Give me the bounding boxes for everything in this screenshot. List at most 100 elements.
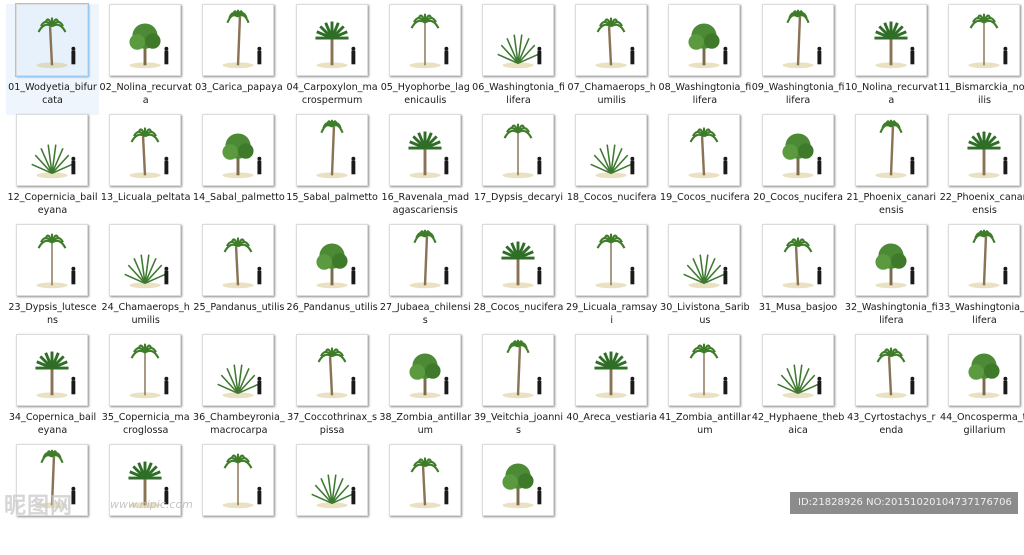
thumbnail-image[interactable] xyxy=(202,224,275,296)
file-name-label[interactable]: 11_Bismarckia_nobilis xyxy=(938,81,1024,107)
thumbnail-image[interactable] xyxy=(109,114,182,186)
thumbnail-image[interactable] xyxy=(388,334,461,406)
file-thumbnail-item[interactable]: 34_Copernica_baileyana xyxy=(6,334,99,445)
file-name-label[interactable]: 35_Copernicia_macroglossa xyxy=(99,411,192,437)
thumbnail-image[interactable] xyxy=(15,3,89,77)
file-thumbnail-item[interactable]: 07_Chamaerops_humilis xyxy=(565,4,658,115)
file-name-label[interactable]: 18_Cocos_nucifera xyxy=(565,191,658,204)
file-name-label[interactable]: 29_Licuala_ramsayi xyxy=(565,301,658,327)
file-name-label[interactable]: 20_Cocos_nucifera xyxy=(752,191,845,204)
file-thumbnail-item[interactable]: 22_Phoenix_canariensis xyxy=(938,114,1024,225)
thumbnail-image[interactable] xyxy=(575,224,648,296)
file-thumbnail-item[interactable]: 32_Washingtonia_filifera xyxy=(845,224,938,335)
thumbnail-image[interactable] xyxy=(388,114,461,186)
file-name-label[interactable]: 01_Wodyetia_bifurcata xyxy=(6,81,99,107)
thumbnail-image[interactable] xyxy=(854,4,927,76)
file-name-label[interactable]: 22_Phoenix_canariensis xyxy=(938,191,1024,217)
file-name-label[interactable]: 43_Cyrtostachys_renda xyxy=(845,411,938,437)
thumbnail-image[interactable] xyxy=(202,334,275,406)
file-name-label[interactable]: 03_Carica_papaya xyxy=(192,81,285,94)
file-name-label[interactable]: 33_Washingtonia_filifera xyxy=(938,301,1024,327)
file-name-label[interactable]: 37_Coccothrinax_spissa xyxy=(286,411,379,437)
file-name-label[interactable]: 24_Chamaerops_humilis xyxy=(99,301,192,327)
file-thumbnail-item[interactable]: 19_Cocos_nucifera xyxy=(658,114,751,225)
file-name-label[interactable]: 38_Zombia_antillarum xyxy=(379,411,472,437)
file-name-label[interactable]: 26_Pandanus_utilis xyxy=(286,301,379,314)
file-thumbnail-item[interactable]: 35_Copernicia_macroglossa xyxy=(99,334,192,445)
file-thumbnail-item[interactable]: 41_Zombia_antillarum xyxy=(658,334,751,445)
thumbnail-image[interactable] xyxy=(761,224,834,296)
file-thumbnail-item[interactable]: 21_Phoenix_canariensis xyxy=(845,114,938,225)
thumbnail-image[interactable] xyxy=(295,114,368,186)
thumbnail-image[interactable] xyxy=(295,224,368,296)
file-name-label[interactable]: 30_Livistona_Saribus xyxy=(658,301,751,327)
thumbnail-image[interactable] xyxy=(16,224,88,296)
file-thumbnail-item[interactable]: 42_Hyphaene_thebaica xyxy=(752,334,845,445)
file-thumbnail-item[interactable]: 24_Chamaerops_humilis xyxy=(99,224,192,335)
file-name-label[interactable]: 10_Nolina_recurvata xyxy=(845,81,938,107)
file-thumbnail-item[interactable]: 25_Pandanus_utilis xyxy=(192,224,285,335)
file-name-label[interactable]: 07_Chamaerops_humilis xyxy=(565,81,658,107)
thumbnail-image[interactable] xyxy=(388,4,461,76)
thumbnail-image[interactable] xyxy=(16,114,88,186)
file-thumbnail-item[interactable]: 28_Cocos_nucifera xyxy=(472,224,565,335)
file-thumbnail-item[interactable]: 26_Pandanus_utilis xyxy=(286,224,379,335)
file-name-label[interactable]: 12_Copernicia_baileyana xyxy=(6,191,99,217)
file-thumbnail-item[interactable]: 18_Cocos_nucifera xyxy=(565,114,658,225)
thumbnail-image[interactable] xyxy=(668,4,741,76)
file-name-label[interactable]: 27_Jubaea_chilensis xyxy=(379,301,472,327)
thumbnail-image[interactable] xyxy=(761,114,834,186)
thumbnail-image[interactable] xyxy=(109,4,182,76)
file-thumbnail-item[interactable]: 44_Oncosperma_tigillarium xyxy=(938,334,1024,445)
file-thumbnail-item[interactable]: 16_Ravenala_madagascariensis xyxy=(379,114,472,225)
file-thumbnail-item[interactable]: 03_Carica_papaya xyxy=(192,4,285,115)
file-name-label[interactable]: 28_Cocos_nucifera xyxy=(472,301,565,314)
thumbnail-image[interactable] xyxy=(575,114,648,186)
thumbnail-image[interactable] xyxy=(482,224,554,296)
thumbnail-image[interactable] xyxy=(482,4,554,76)
thumbnail-image[interactable] xyxy=(668,334,741,406)
file-name-label[interactable]: 06_Washingtonia_filifera xyxy=(472,81,565,107)
file-name-label[interactable]: 42_Hyphaene_thebaica xyxy=(752,411,845,437)
file-name-label[interactable]: 13_Licuala_peltata xyxy=(99,191,192,204)
file-thumbnail-item[interactable]: 14_Sabal_palmetto xyxy=(192,114,285,225)
file-name-label[interactable]: 05_Hyophorbe_lagenicaulis xyxy=(379,81,472,107)
file-name-label[interactable]: 34_Copernica_baileyana xyxy=(6,411,99,437)
thumbnail-image[interactable] xyxy=(295,444,368,516)
file-thumbnail-item[interactable]: 01_Wodyetia_bifurcata xyxy=(6,3,99,115)
file-thumbnail-item[interactable]: 40_Areca_vestiaria xyxy=(565,334,658,445)
file-thumbnail-item[interactable]: 11_Bismarckia_nobilis xyxy=(938,4,1024,115)
file-thumbnail-item[interactable]: 09_Washingtonia_filifera xyxy=(752,4,845,115)
file-name-label[interactable]: 02_Nolina_recurvata xyxy=(99,81,192,107)
file-name-label[interactable]: 14_Sabal_palmetto xyxy=(192,191,285,204)
thumbnail-image[interactable] xyxy=(16,334,88,406)
file-name-label[interactable]: 44_Oncosperma_tigillarium xyxy=(938,411,1024,437)
thumbnail-image[interactable] xyxy=(854,334,927,406)
file-name-label[interactable]: 40_Areca_vestiaria xyxy=(565,411,658,424)
thumbnail-image[interactable] xyxy=(575,4,648,76)
thumbnail-image[interactable] xyxy=(202,444,275,516)
file-thumbnail-item[interactable]: 02_Nolina_recurvata xyxy=(99,4,192,115)
file-name-label[interactable]: 21_Phoenix_canariensis xyxy=(845,191,938,217)
file-name-label[interactable]: 19_Cocos_nucifera xyxy=(658,191,751,204)
thumbnail-image[interactable] xyxy=(575,334,648,406)
file-thumbnail-item[interactable]: 12_Copernicia_baileyana xyxy=(6,114,99,225)
thumbnail-image[interactable] xyxy=(482,114,554,186)
thumbnail-image[interactable] xyxy=(948,4,1020,76)
file-thumbnail-item[interactable]: 17_Dypsis_decaryi xyxy=(472,114,565,225)
file-thumbnail-item[interactable] xyxy=(472,444,565,555)
file-name-label[interactable]: 36_Chambeyronia_macrocarpa xyxy=(192,411,285,437)
thumbnail-image[interactable] xyxy=(761,334,834,406)
file-thumbnail-item[interactable]: 06_Washingtonia_filifera xyxy=(472,4,565,115)
file-thumbnail-item[interactable]: 20_Cocos_nucifera xyxy=(752,114,845,225)
file-thumbnail-item[interactable]: 23_Dypsis_lutescens xyxy=(6,224,99,335)
file-thumbnail-item[interactable]: 33_Washingtonia_filifera xyxy=(938,224,1024,335)
thumbnail-image[interactable] xyxy=(295,4,368,76)
file-name-label[interactable]: 41_Zombia_antillarum xyxy=(658,411,751,437)
file-thumbnail-item[interactable]: 37_Coccothrinax_spissa xyxy=(286,334,379,445)
thumbnail-image[interactable] xyxy=(388,444,461,516)
thumbnail-image[interactable] xyxy=(668,224,741,296)
file-name-label[interactable]: 16_Ravenala_madagascariensis xyxy=(379,191,472,217)
thumbnail-image[interactable] xyxy=(109,224,182,296)
thumbnail-image[interactable] xyxy=(761,4,834,76)
